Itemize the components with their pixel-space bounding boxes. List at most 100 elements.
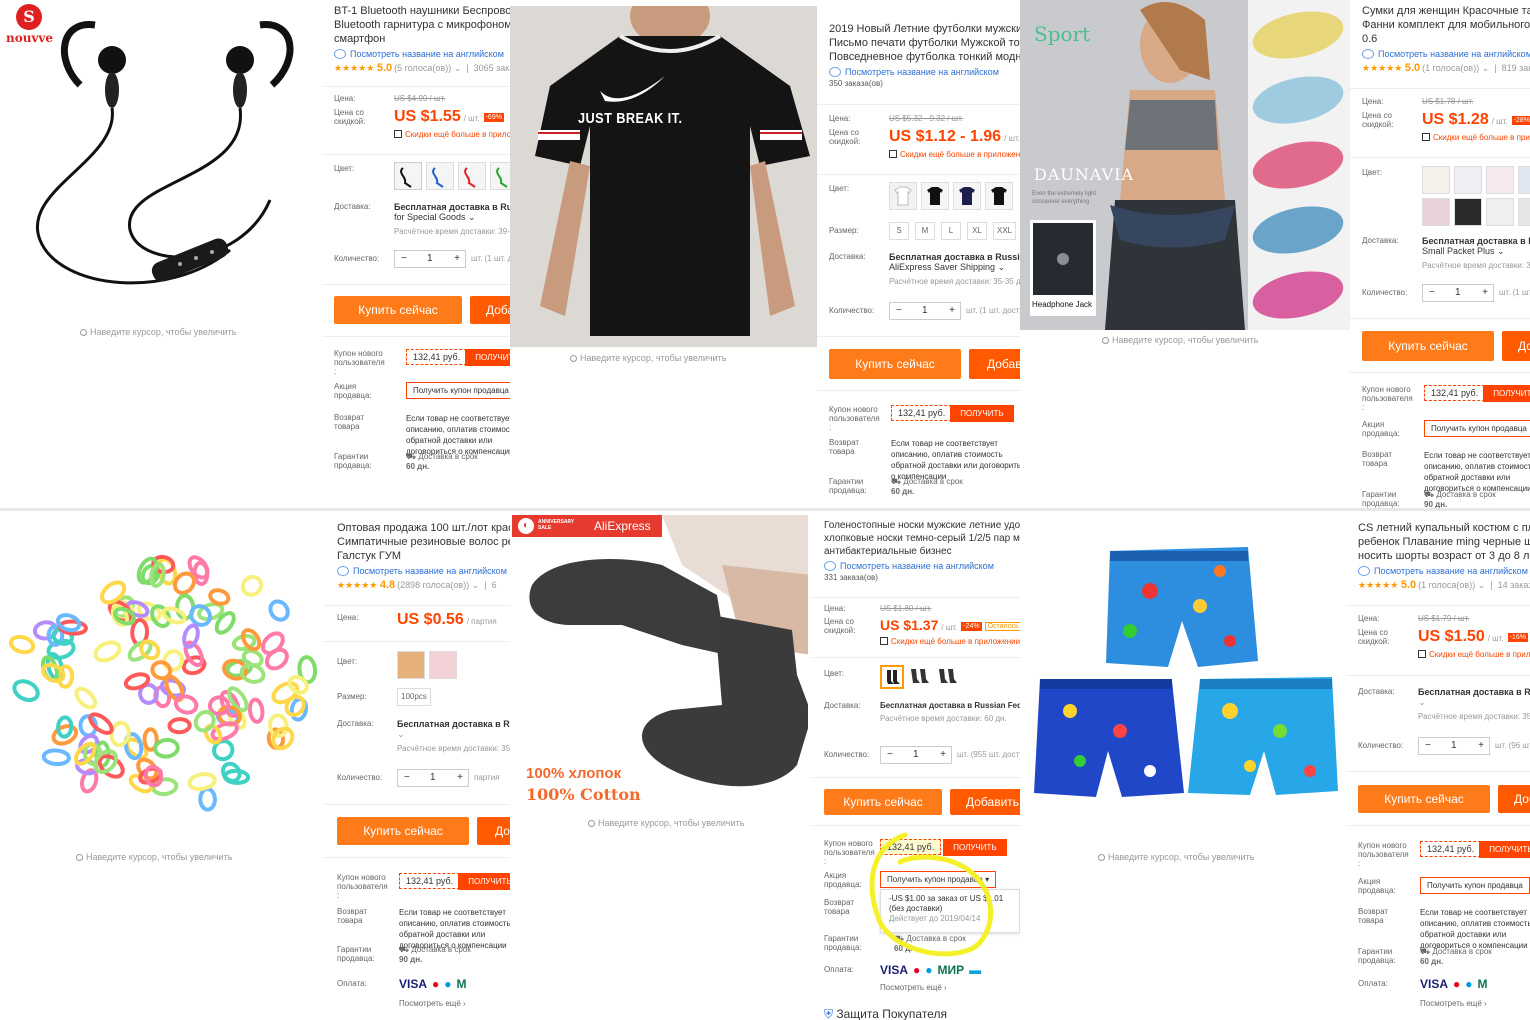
product-image-earphones[interactable]: S nouvve — [0, 0, 322, 322]
view-english-link[interactable]: Посмотреть название на английском — [334, 49, 510, 59]
seller-coupon-select[interactable]: Получить купон продавца — [406, 382, 510, 399]
color-option[interactable] — [1422, 198, 1450, 226]
view-english-link[interactable]: Посмотреть название на английском — [829, 67, 1020, 77]
add-to-cart-button[interactable]: Добавить — [1498, 785, 1530, 813]
product-image-waist-bag[interactable]: Sport DAUNAVIA Even the extremely light … — [1020, 0, 1350, 330]
color-option[interactable] — [921, 182, 949, 210]
quantity-stepper[interactable]: −1 + — [889, 302, 961, 320]
minus-button[interactable]: − — [401, 253, 407, 264]
color-option[interactable] — [936, 665, 960, 689]
size-option[interactable]: L — [941, 222, 961, 240]
add-to-cart-button[interactable]: Добавить — [477, 817, 510, 845]
zoom-hint: Наведите курсор, чтобы увеличить — [1102, 335, 1258, 345]
seller-coupon-select[interactable]: Получить купон продавца ▾ — [880, 871, 997, 888]
color-option[interactable] — [429, 651, 457, 679]
quantity-stepper[interactable]: −1 + — [394, 250, 466, 268]
get-coupon-button[interactable]: ПОЛУЧИТЬ — [1483, 385, 1530, 402]
app-discount-link[interactable]: Скидки ещё больше в приложении — [1422, 133, 1530, 142]
buy-now-button[interactable]: Купить сейчас — [829, 349, 961, 379]
color-option[interactable] — [1422, 166, 1450, 194]
product-image-hair-ties[interactable] — [0, 511, 324, 847]
app-discount-link[interactable]: Скидки ещё больше в приложении — [394, 130, 510, 139]
buy-now-button[interactable]: Купить сейчас — [337, 817, 469, 845]
plus-button[interactable]: + — [1478, 740, 1484, 751]
size-option[interactable]: XL — [967, 222, 987, 240]
show-more-link[interactable]: Посмотреть ещё › — [880, 983, 947, 992]
quantity-stepper[interactable]: −1 + — [1422, 284, 1494, 302]
get-coupon-button[interactable]: ПОЛУЧИТЬ — [943, 839, 1007, 856]
size-option[interactable]: M — [915, 222, 935, 240]
minus-button[interactable]: − — [1429, 287, 1435, 298]
color-option[interactable] — [1518, 166, 1530, 194]
color-option[interactable] — [1486, 198, 1514, 226]
plus-button[interactable]: + — [454, 253, 460, 264]
product-image-swim-shorts[interactable] — [1020, 511, 1346, 847]
plus-button[interactable]: + — [949, 305, 955, 316]
add-to-cart-button[interactable]: Добавить — [969, 349, 1020, 379]
plus-button[interactable]: + — [1482, 287, 1488, 298]
get-coupon-button[interactable]: ПОЛУЧИТЬ — [465, 349, 510, 366]
product-image-socks[interactable]: ◐ ANNIVERSARY SALE AliExpress 100% хлопо… — [512, 515, 808, 811]
color-option[interactable] — [490, 162, 510, 190]
color-option[interactable] — [889, 182, 917, 210]
seller-coupon-select[interactable]: Получить купон продавца — [1420, 877, 1530, 894]
app-discount-link[interactable]: Скидки ещё больше в приложении — [889, 150, 1020, 159]
app-discount-link[interactable]: Скидки ещё больше в приложении — [880, 637, 1020, 646]
color-option[interactable] — [985, 182, 1013, 210]
color-option[interactable] — [1518, 198, 1530, 226]
color-option[interactable] — [426, 162, 454, 190]
buy-now-button[interactable]: Купить сейчас — [1362, 331, 1494, 361]
color-option[interactable] — [397, 651, 425, 679]
shipping-method-select[interactable]: ⌄ — [1418, 697, 1426, 707]
color-option[interactable] — [1454, 166, 1482, 194]
add-to-cart-button[interactable]: Добавить — [950, 789, 1020, 815]
seller-coupon-select[interactable]: Получить купон продавца — [1424, 420, 1530, 437]
add-to-cart-button[interactable]: Добавить — [1502, 331, 1530, 361]
app-discount-link[interactable]: Скидки ещё больше в приложении — [1418, 650, 1530, 659]
product-title[interactable]: Сумки для женщин Красочные талии Фанни к… — [1362, 4, 1530, 46]
get-coupon-button[interactable]: ПОЛУЧИТЬ — [950, 405, 1014, 422]
shipping-method-select[interactable]: Small Packet Plus ⌄ — [1422, 246, 1505, 256]
color-option[interactable] — [953, 182, 981, 210]
buy-now-button[interactable]: Купить сейчас — [1358, 785, 1490, 813]
size-option[interactable]: S — [889, 222, 909, 240]
plus-button[interactable]: + — [940, 749, 946, 760]
minus-button[interactable]: − — [887, 749, 893, 760]
get-coupon-button[interactable]: ПОЛУЧИТЬ — [458, 873, 510, 890]
product-title[interactable]: Оптовая продажа 100 шт./лот красочные Си… — [337, 521, 510, 563]
size-option[interactable]: 100pcs — [397, 688, 431, 706]
color-option[interactable] — [1454, 198, 1482, 226]
shipping-method-select[interactable]: ⌄ — [397, 729, 405, 739]
color-option[interactable] — [458, 162, 486, 190]
minus-button[interactable]: − — [1425, 740, 1431, 751]
product-title[interactable]: Голеностопные носки мужские летние удобн… — [824, 519, 1020, 558]
shipping-method-select[interactable]: for Special Goods ⌄ — [394, 212, 476, 222]
get-coupon-button[interactable]: ПОЛУЧИТЬ — [1479, 841, 1530, 858]
product-title[interactable]: BT-1 Bluetooth наушники Беспроводные Blu… — [334, 4, 510, 46]
shipping-method-select[interactable]: AliExpress Saver Shipping ⌄ — [889, 262, 1005, 272]
buy-now-button[interactable]: Купить сейчас — [334, 296, 462, 324]
product-title[interactable]: 2019 Новый Летние футболки мужские Письм… — [829, 22, 1020, 64]
plus-button[interactable]: + — [457, 772, 463, 783]
view-english-link[interactable]: Посмотреть название на английском — [824, 561, 1020, 571]
quantity-stepper[interactable]: −1 + — [880, 746, 952, 764]
size-option[interactable]: XXL — [993, 222, 1017, 240]
color-option[interactable] — [394, 162, 422, 190]
product-image-tshirt[interactable]: JUST BREAK IT. — [510, 6, 817, 347]
color-option[interactable] — [908, 665, 932, 689]
buy-now-button[interactable]: Купить сейчас — [824, 789, 942, 815]
minus-button[interactable]: − — [896, 305, 902, 316]
view-english-link[interactable]: Посмотреть название на английском — [337, 566, 510, 576]
show-more-link[interactable]: Посмотреть ещё › — [399, 999, 466, 1008]
show-more-link[interactable]: Посмотреть ещё › — [1420, 999, 1487, 1008]
view-english-link[interactable]: Посмотреть название на английском — [1362, 49, 1530, 59]
product-title[interactable]: CS летний купальный костюм с пляжным реб… — [1358, 521, 1530, 563]
quantity-stepper[interactable]: −1 + — [397, 769, 469, 787]
quantity-stepper[interactable]: −1 + — [1418, 737, 1490, 755]
img-tagline: Even the extremely light conceover every… — [1032, 191, 1097, 205]
color-option[interactable] — [880, 665, 904, 689]
add-to-cart-button[interactable]: Добавить — [470, 296, 510, 324]
view-english-link[interactable]: Посмотреть название на английском — [1358, 566, 1530, 576]
color-option[interactable] — [1486, 166, 1514, 194]
minus-button[interactable]: − — [404, 772, 410, 783]
